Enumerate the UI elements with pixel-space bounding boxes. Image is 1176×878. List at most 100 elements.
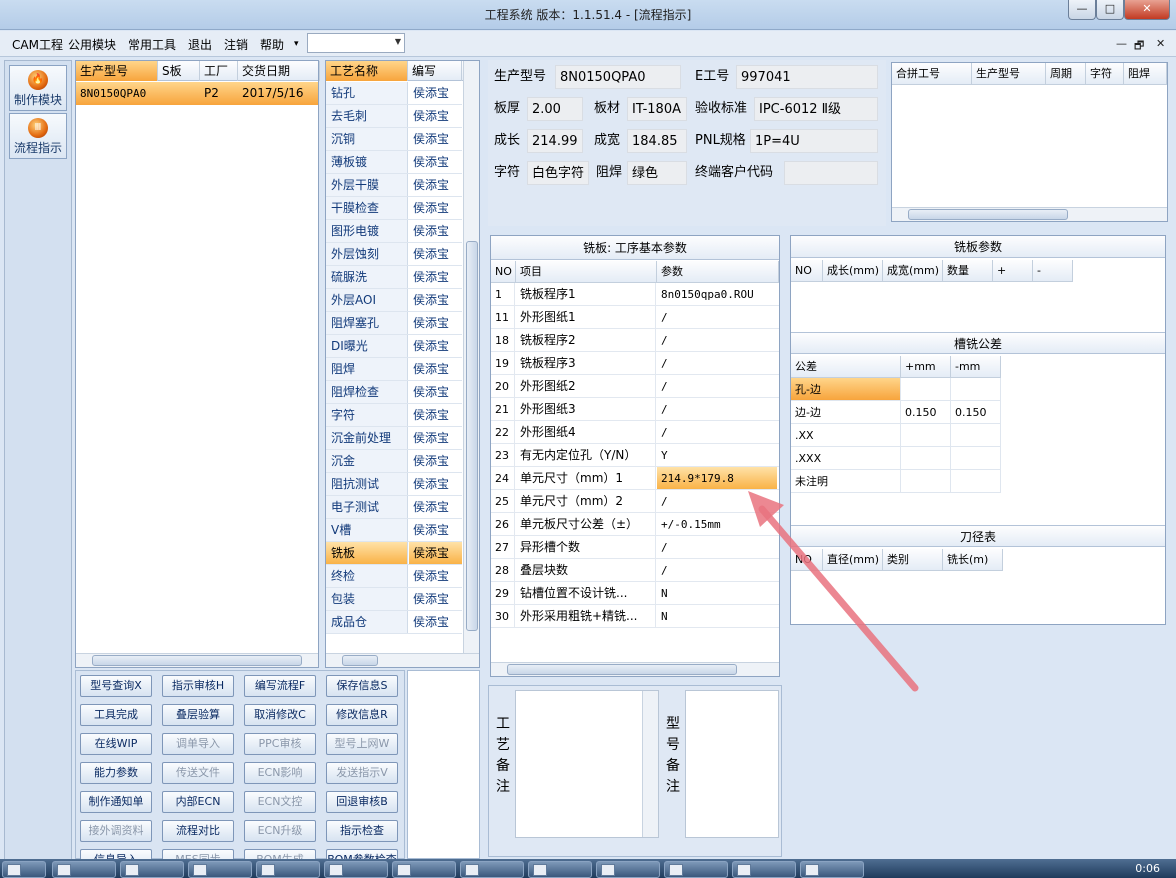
table-row[interactable]: 25 单元尺寸（mm）2/ [491,490,779,513]
col-tolerance[interactable]: 公差 [791,356,901,378]
params-hscroll[interactable] [491,662,779,676]
table-cell[interactable] [951,378,1001,401]
orders-hscroll[interactable] [76,653,318,667]
mdi-minimize-button[interactable]: — [1116,37,1127,50]
field-thickness[interactable]: 2.00 [527,97,583,121]
list-item[interactable]: 成品仓 侯添宝 [326,611,462,634]
action-button[interactable]: 回退审核B [326,791,398,813]
table-row[interactable]: 20 外形图纸2 / [491,375,779,398]
col-combine-cycle[interactable]: 周期 [1046,63,1086,85]
field-length[interactable]: 214.99 [527,129,583,153]
action-button[interactable]: 保存信息S [326,675,398,697]
table-cell[interactable] [901,447,951,470]
col-model[interactable]: 生产型号 [76,61,158,81]
table-row[interactable]: 28 叠层块数 / [491,559,779,582]
taskbar-app[interactable] [256,861,320,878]
scroll-thumb[interactable] [92,655,302,666]
col-mill-plus[interactable]: + [993,260,1033,282]
table-row[interactable]: 18 铣板程序2 / [491,329,779,352]
nav-production-module[interactable]: 🔥 制作模块 [9,65,67,111]
col-tool-length[interactable]: 铣长(m) [943,549,1003,571]
list-item[interactable]: 铣板 侯添宝 [326,542,462,565]
menu-help[interactable]: 帮助 [260,36,284,53]
list-item[interactable]: 图形电镀 侯添宝 [326,220,462,243]
action-button[interactable]: 能力参数 [80,762,152,784]
table-row[interactable]: 30 外形采用粗铣+精铣... N [491,605,779,628]
col-delivery-date[interactable]: 交货日期 [238,61,320,81]
list-item[interactable]: 电子测试 侯添宝 [326,496,462,519]
maximize-button[interactable]: □ [1096,0,1124,20]
list-item[interactable]: 沉金前处理 侯添宝 [326,427,462,450]
table-cell[interactable]: 边-边 [791,401,901,424]
close-button[interactable]: ✕ [1124,0,1170,20]
taskbar-app[interactable] [52,861,116,878]
table-row[interactable]: 27 异形槽个数 / [491,536,779,559]
table-cell[interactable]: .XXX [791,447,901,470]
list-item[interactable]: 终检 侯添宝 [326,565,462,588]
menu-overflow-icon[interactable]: ▾ [294,39,299,49]
list-item[interactable]: 阻焊 侯添宝 [326,358,462,381]
list-item[interactable]: DI曝光 侯添宝 [326,335,462,358]
action-button[interactable]: 修改信息R [326,704,398,726]
menu-common-modules[interactable]: 公用模块 [68,36,116,53]
list-item[interactable]: 阻抗测试 侯添宝 [326,473,462,496]
scroll-thumb[interactable] [342,655,378,666]
action-button[interactable]: 接外调资料 [80,820,152,842]
process-remark-input[interactable] [515,690,659,838]
col-combine-mask[interactable]: 阻焊 [1124,63,1167,85]
table-row[interactable]: 29 钻槽位置不设计铣... N [491,582,779,605]
table-row[interactable]: 11 外形图纸1 / [491,306,779,329]
taskbar-app[interactable] [664,861,728,878]
table-cell[interactable]: 0.150 [901,401,951,424]
scroll-thumb[interactable] [507,664,737,675]
col-combine-char[interactable]: 字符 [1086,63,1124,85]
action-button[interactable]: 编写流程F [244,675,316,697]
list-item[interactable]: 外层AOI 侯添宝 [326,289,462,312]
field-customer[interactable] [784,161,878,185]
col-author[interactable]: 编写 [408,61,462,81]
action-button[interactable]: 在线WIP [80,733,152,755]
action-button[interactable]: 制作通知单 [80,791,152,813]
action-button[interactable]: 调单导入 [162,733,234,755]
col-no[interactable]: NO [491,261,516,283]
action-button[interactable]: 流程对比 [162,820,234,842]
field-mask[interactable]: 绿色 [627,161,687,185]
col-mill-no[interactable]: NO [791,260,823,282]
col-mill-width[interactable]: 成宽(mm) [883,260,943,282]
process-hscroll[interactable] [326,653,479,667]
col-factory[interactable]: 工厂 [200,61,238,81]
col-plus-mm[interactable]: +mm [901,356,951,378]
taskbar-app[interactable] [188,861,252,878]
list-item[interactable]: V槽 侯添宝 [326,519,462,542]
remark-vscroll[interactable] [642,691,658,837]
list-item[interactable]: 沉铜 侯添宝 [326,128,462,151]
table-row[interactable]: 19 铣板程序3 / [491,352,779,375]
taskbar-app[interactable] [732,861,796,878]
mdi-restore-button[interactable]: 🗗 [1134,37,1144,56]
toolbar-combo[interactable]: ▼ [307,33,405,53]
action-button[interactable]: 发送指示V [326,762,398,784]
table-row[interactable]: 21 外形图纸3 / [491,398,779,421]
table-cell[interactable] [951,447,1001,470]
start-button[interactable] [2,861,46,878]
action-button[interactable]: 取消修改C [244,704,316,726]
list-item[interactable]: 去毛刺 侯添宝 [326,105,462,128]
table-row[interactable]: 1 铣板程序1 8n0150qpa0.ROU [491,283,779,306]
field-eno[interactable]: 997041 [736,65,878,89]
table-cell[interactable] [901,424,951,447]
taskbar-app[interactable] [800,861,864,878]
mdi-close-button[interactable]: ✕ [1156,37,1165,50]
list-item[interactable]: 干膜检查 侯添宝 [326,197,462,220]
taskbar-app[interactable] [120,861,184,878]
col-mill-minus[interactable]: - [1033,260,1073,282]
table-cell[interactable]: .XX [791,424,901,447]
list-item[interactable]: 阻焊检查 侯添宝 [326,381,462,404]
col-combine-model[interactable]: 生产型号 [972,63,1046,85]
list-item[interactable]: 外层干膜 侯添宝 [326,174,462,197]
taskbar-app[interactable] [324,861,388,878]
menu-cam[interactable]: CAM工程 [12,36,63,53]
action-button[interactable]: 工具完成 [80,704,152,726]
table-cell[interactable] [951,424,1001,447]
table-cell[interactable]: 孔-边 [791,378,901,401]
action-button[interactable]: ECN文控 [244,791,316,813]
